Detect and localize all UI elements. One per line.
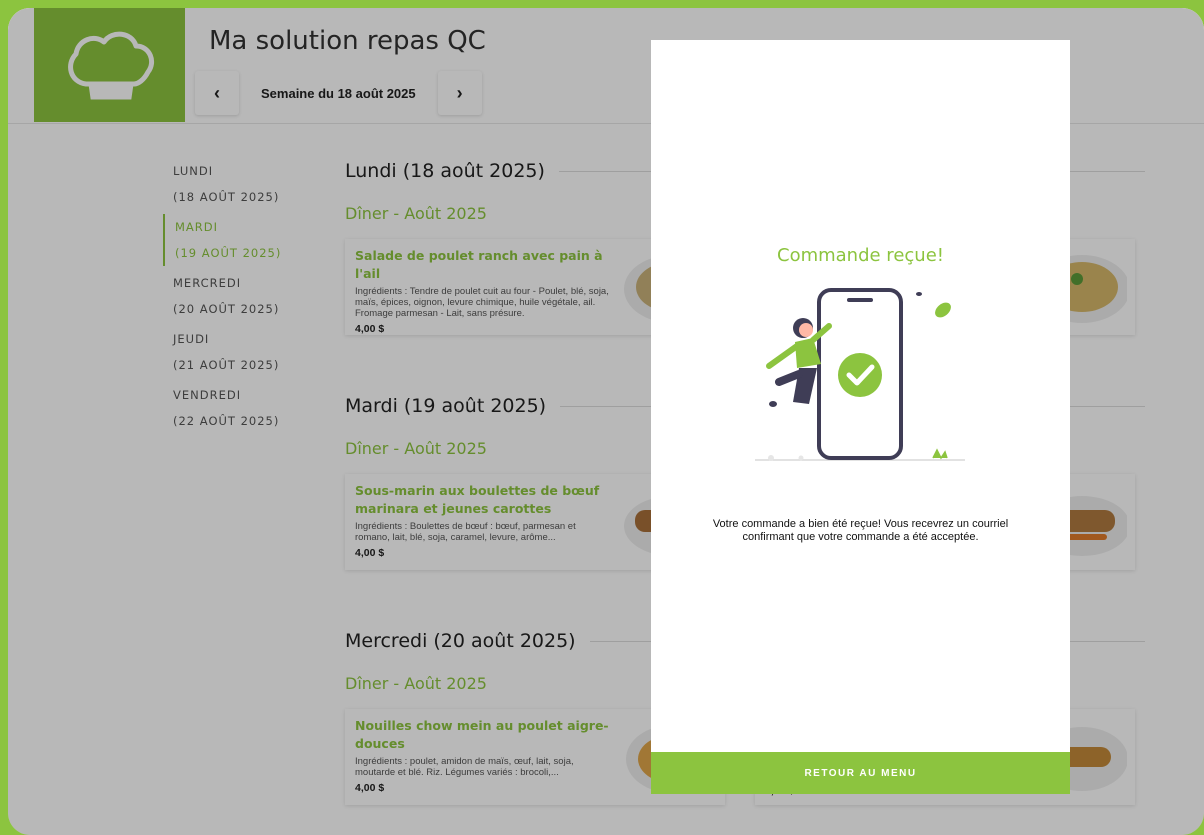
app-frame: Ma solution repas QC ‹ Semaine du 18 aoû… [8,8,1204,835]
modal-title: Commande reçue! [777,245,944,266]
order-confirmation-modal: Commande reçue! Votre commande a bien ét… [651,40,1070,794]
order-confirmed-illustration [755,288,965,461]
back-to-menu-button[interactable]: RETOUR AU MENU [651,752,1070,794]
modal-message: Votre commande a bien été reçue! Vous re… [712,518,1009,543]
